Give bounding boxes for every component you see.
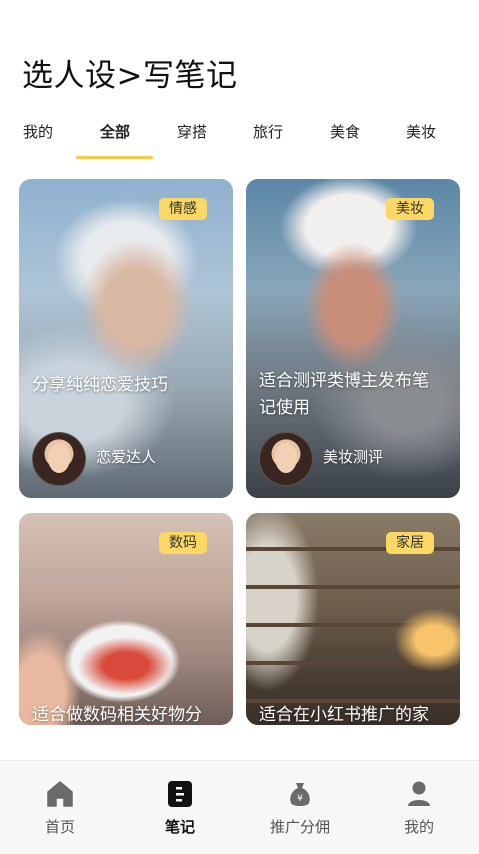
nav-label: 我的: [403, 818, 434, 836]
nav-notes[interactable]: 笔记: [120, 761, 240, 854]
category-tabs: 我的 全部 穿搭 旅行 美食 美妆: [0, 116, 479, 160]
tab-outfit[interactable]: 穿搭: [154, 116, 230, 152]
nav-profile[interactable]: 我的: [359, 761, 479, 854]
card-description: 分享纯纯恋爱技巧: [32, 375, 168, 395]
tab-makeup[interactable]: 美妆: [383, 116, 459, 152]
active-tab-indicator: [76, 156, 153, 159]
category-badge: 家居: [386, 532, 434, 554]
category-badge: 美妆: [386, 198, 434, 220]
tab-food[interactable]: 美食: [307, 116, 383, 152]
user-icon: [408, 781, 430, 806]
author-name: 美妆测评: [323, 448, 384, 466]
category-badge: 情感: [159, 198, 207, 220]
home-icon: [47, 781, 73, 807]
card-description: 适合做数码相关好物分: [32, 705, 202, 725]
category-badge: 数码: [159, 532, 207, 554]
card-author: 美妆测评: [259, 432, 449, 486]
persona-card-makeup[interactable]: 美妆 适合测评类博主发布笔记使用 美妆测评: [246, 179, 460, 498]
avatar: [259, 432, 313, 486]
page-title: 选人设>写笔记: [22, 58, 238, 94]
card-author: 恋爱达人: [32, 432, 222, 486]
persona-card-emotion[interactable]: 情感 分享纯纯恋爱技巧 恋爱达人: [19, 179, 233, 498]
card-description: 适合测评类博主发布笔记使用: [259, 371, 429, 418]
author-name: 恋爱达人: [96, 448, 157, 466]
bottom-navigation: 首页 笔记 ¥ 推广分佣 我的: [0, 760, 479, 854]
note-icon: [168, 781, 192, 807]
avatar: [32, 432, 86, 486]
persona-card-home[interactable]: 家居 适合在小红书推广的家: [246, 513, 460, 725]
nav-promotion[interactable]: ¥ 推广分佣: [240, 761, 360, 854]
svg-text:¥: ¥: [297, 794, 303, 804]
tab-travel[interactable]: 旅行: [230, 116, 306, 152]
card-description: 适合在小红书推广的家: [259, 705, 429, 725]
money-bag-icon: ¥: [290, 783, 310, 806]
nav-label: 首页: [44, 818, 75, 836]
persona-card-digital[interactable]: 数码 适合做数码相关好物分: [19, 513, 233, 725]
nav-home[interactable]: 首页: [0, 761, 120, 854]
tab-all[interactable]: 全部: [77, 116, 153, 152]
tab-mine[interactable]: 我的: [0, 116, 76, 152]
nav-label: 笔记: [164, 818, 195, 836]
nav-label: 推广分佣: [269, 818, 330, 836]
